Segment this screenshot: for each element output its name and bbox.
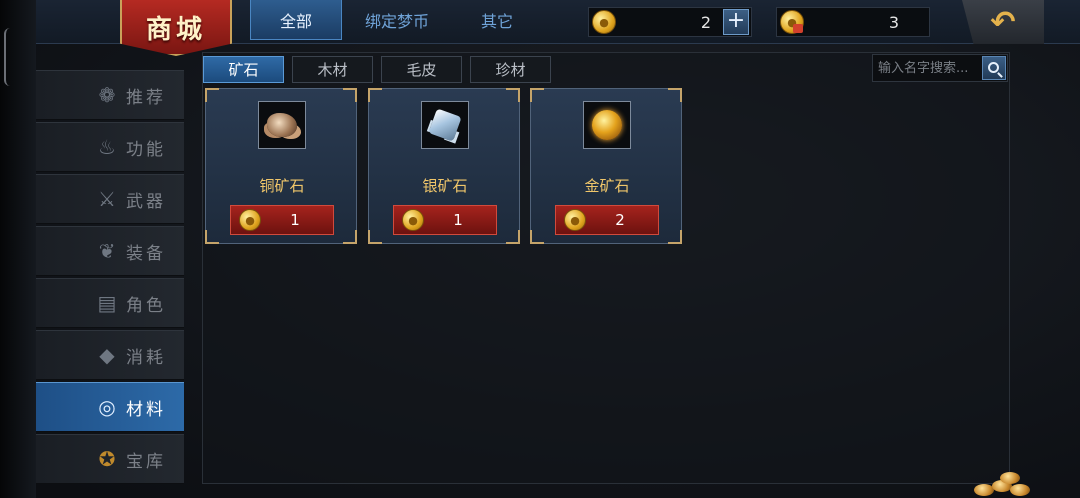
treasure-icon: ✪ <box>98 447 116 471</box>
item-card-silver-ore[interactable]: 银矿石 ● 1 <box>368 88 520 244</box>
search-box <box>872 54 1008 82</box>
bound-currency-display: ● 2 + <box>588 7 752 37</box>
sidebar-item-weapons[interactable]: ⚔ 武器 <box>36 174 184 224</box>
function-icon: ♨ <box>98 135 116 159</box>
subtab-ore[interactable]: 矿石 <box>203 56 284 83</box>
item-price: 1 <box>453 211 463 229</box>
scroll-icon: ◆ <box>99 343 115 367</box>
sidebar-item-label: 推荐 <box>126 87 166 108</box>
armor-icon: ❦ <box>98 239 116 263</box>
sidebar-item-label: 装备 <box>126 243 166 264</box>
edge-notch <box>4 28 10 86</box>
item-price: 2 <box>615 211 625 229</box>
coin-pile-decoration <box>970 470 1032 498</box>
sub-tabs: 矿石 木材 毛皮 珍材 <box>203 56 551 83</box>
buy-button[interactable]: ● 1 <box>230 205 334 235</box>
card-corner <box>368 88 382 102</box>
card-corner <box>668 230 682 244</box>
card-corner <box>343 88 357 102</box>
item-name: 金矿石 <box>584 177 630 195</box>
sidebar-item-character[interactable]: ▤ 角色 <box>36 278 184 328</box>
materials-icon: ◎ <box>98 395 116 419</box>
sidebar-item-recommend[interactable]: ❁ 推荐 <box>36 70 184 120</box>
item-thumbnail <box>258 101 306 149</box>
back-arrow-icon: ↶ <box>990 4 1016 40</box>
buy-button[interactable]: ● 1 <box>393 205 497 235</box>
crossed-swords-icon: ⚔ <box>98 187 116 211</box>
gold-ore-icon <box>592 110 622 140</box>
lock-icon <box>793 24 803 33</box>
copper-ore-icon <box>267 113 297 137</box>
locked-currency-display: ● 3 <box>776 7 930 37</box>
card-corner <box>506 88 520 102</box>
money-bag-icon: ❁ <box>98 83 116 107</box>
sidebar-item-materials[interactable]: ◎ 材料 <box>36 382 184 432</box>
item-name: 银矿石 <box>422 177 468 195</box>
card-corner <box>368 230 382 244</box>
sidebar-item-label: 功能 <box>126 139 166 160</box>
sidebar-item-label: 宝库 <box>126 451 166 472</box>
bound-coin-icon: ● <box>592 10 616 34</box>
screen-edge <box>0 0 36 498</box>
tab-all[interactable]: 全部 <box>250 0 342 40</box>
subtab-rare[interactable]: 珍材 <box>470 56 551 83</box>
tab-other[interactable]: 其它 <box>452 0 542 40</box>
card-corner <box>343 230 357 244</box>
item-card-copper-ore[interactable]: 铜矿石 ● 1 <box>205 88 357 244</box>
cards-icon: ▤ <box>97 291 117 315</box>
sidebar-item-consumables[interactable]: ◆ 消耗 <box>36 330 184 380</box>
search-input[interactable] <box>873 55 981 81</box>
locked-currency-value: 3 <box>888 13 899 32</box>
item-name: 铜矿石 <box>259 177 305 195</box>
item-price: 1 <box>290 211 300 229</box>
subtab-wood[interactable]: 木材 <box>292 56 373 83</box>
shop-logo-text: 商城 <box>145 14 206 45</box>
sidebar-item-function[interactable]: ♨ 功能 <box>36 122 184 172</box>
sidebar-item-equipment[interactable]: ❦ 装备 <box>36 226 184 276</box>
item-card-gold-ore[interactable]: 金矿石 ● 2 <box>530 88 682 244</box>
sidebar: ❁ 推荐 ♨ 功能 ⚔ 武器 ❦ 装备 ▤ 角色 ◆ 消耗 ◎ 材料 ✪ 宝库 <box>36 70 184 498</box>
add-currency-button[interactable]: + <box>723 9 749 35</box>
card-corner <box>530 230 544 244</box>
sidebar-item-label: 武器 <box>126 191 166 212</box>
tab-bound-currency[interactable]: 绑定梦币 <box>342 0 452 40</box>
back-button[interactable]: ↶ <box>962 0 1044 44</box>
search-icon <box>987 61 999 73</box>
card-corner <box>506 230 520 244</box>
buy-button[interactable]: ● 2 <box>555 205 659 235</box>
sidebar-item-label: 角色 <box>126 295 166 316</box>
item-thumbnail <box>583 101 631 149</box>
sidebar-item-label: 消耗 <box>126 347 166 368</box>
sidebar-item-label: 材料 <box>126 399 166 420</box>
card-corner <box>205 230 219 244</box>
item-thumbnail <box>421 101 469 149</box>
search-button[interactable] <box>982 56 1006 80</box>
subtab-fur[interactable]: 毛皮 <box>381 56 462 83</box>
bound-currency-value: 2 <box>700 13 711 32</box>
card-corner <box>205 88 219 102</box>
card-corner <box>530 88 544 102</box>
sidebar-item-treasury[interactable]: ✪ 宝库 <box>36 434 184 484</box>
silver-ore-icon <box>428 108 462 142</box>
card-corner <box>668 88 682 102</box>
top-tabs: 全部 绑定梦币 其它 <box>250 0 542 40</box>
